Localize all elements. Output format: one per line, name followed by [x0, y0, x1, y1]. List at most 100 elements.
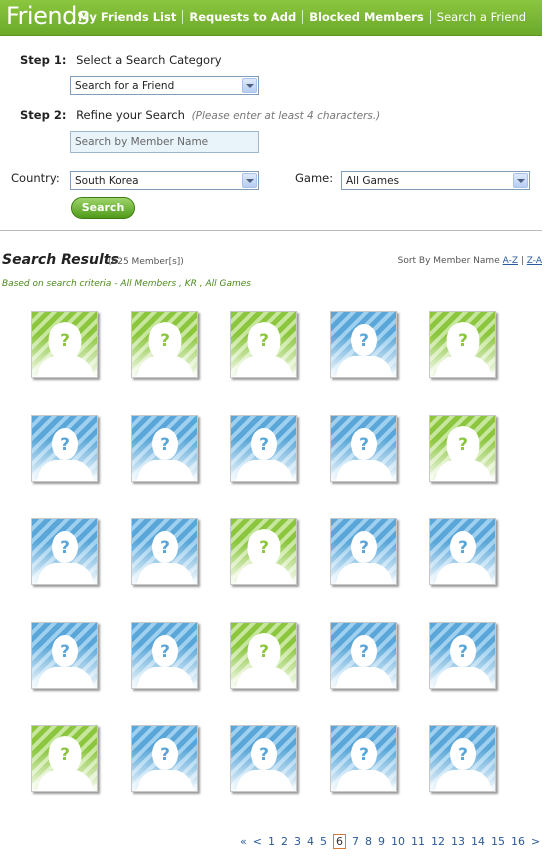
unknown-user-icon: ?: [236, 633, 293, 688]
member-avatar[interactable]: ?: [429, 725, 496, 792]
member-avatar[interactable]: ?: [330, 622, 397, 689]
svg-text:?: ?: [259, 642, 269, 662]
results-title: Search Results: [2, 252, 119, 268]
step1-text: Select a Search Category: [76, 53, 222, 67]
page-link-5[interactable]: 5: [320, 835, 327, 848]
page-link-4[interactable]: 4: [307, 835, 314, 848]
next-page-link[interactable]: >: [531, 835, 540, 848]
header-bar: Friends My Friends List Requests to Add …: [0, 0, 542, 36]
unknown-user-icon: ?: [336, 428, 393, 481]
nav-my-friends-list[interactable]: My Friends List: [72, 10, 182, 24]
category-select[interactable]: Search for a Friend: [70, 76, 259, 95]
member-avatar[interactable]: ?: [31, 311, 98, 378]
chevron-down-icon[interactable]: [242, 173, 257, 188]
svg-text:?: ?: [458, 642, 468, 662]
member-avatar[interactable]: ?: [230, 311, 297, 378]
member-avatar[interactable]: ?: [330, 725, 397, 792]
unknown-user-icon: ?: [37, 428, 94, 481]
member-name-placeholder: Search by Member Name: [75, 136, 209, 148]
page-link-13[interactable]: 13: [451, 835, 465, 848]
page-link-16[interactable]: 16: [511, 835, 525, 848]
page-link-9[interactable]: 9: [378, 835, 385, 848]
svg-text:?: ?: [458, 538, 468, 558]
unknown-user-icon: ?: [435, 738, 492, 791]
chevron-down-icon[interactable]: [513, 173, 528, 188]
member-avatar[interactable]: ?: [131, 725, 198, 792]
page-link-2[interactable]: 2: [281, 835, 288, 848]
svg-text:?: ?: [359, 745, 369, 765]
member-avatar[interactable]: ?: [31, 518, 98, 585]
unknown-user-icon: ?: [435, 426, 492, 481]
member-avatar[interactable]: ?: [330, 311, 397, 378]
member-avatar[interactable]: ?: [429, 622, 496, 689]
svg-text:?: ?: [458, 745, 468, 765]
member-avatar[interactable]: ?: [230, 518, 297, 585]
member-avatar[interactable]: ?: [131, 311, 198, 378]
member-avatar[interactable]: ?: [230, 622, 297, 689]
unknown-user-icon: ?: [37, 322, 94, 377]
unknown-user-icon: ?: [336, 324, 393, 377]
first-page-link[interactable]: «: [240, 835, 247, 848]
page-link-7[interactable]: 7: [352, 835, 359, 848]
page-link-10[interactable]: 10: [391, 835, 405, 848]
member-avatar[interactable]: ?: [429, 415, 496, 482]
svg-text:?: ?: [359, 538, 369, 558]
page-link-11[interactable]: 11: [411, 835, 425, 848]
nav-blocked-members[interactable]: Blocked Members: [303, 10, 430, 24]
member-avatar[interactable]: ?: [31, 415, 98, 482]
member-avatar[interactable]: ?: [31, 725, 98, 792]
page-link-12[interactable]: 12: [431, 835, 445, 848]
svg-text:?: ?: [160, 745, 170, 765]
sort-a-z-link[interactable]: A-Z: [503, 256, 518, 266]
page-link-6[interactable]: 6: [332, 834, 346, 849]
page-link-15[interactable]: 15: [491, 835, 505, 848]
sort-separator: |: [520, 256, 524, 266]
svg-text:?: ?: [60, 642, 70, 662]
member-avatar[interactable]: ?: [131, 415, 198, 482]
member-avatar[interactable]: ?: [429, 311, 496, 378]
country-select[interactable]: South Korea: [70, 171, 259, 190]
member-avatar[interactable]: ?: [230, 415, 297, 482]
step1-label: Step 1:: [20, 53, 67, 67]
member-name-input[interactable]: Search by Member Name: [70, 131, 259, 153]
svg-text:?: ?: [60, 435, 70, 455]
unknown-user-icon: ?: [137, 428, 194, 481]
game-select[interactable]: All Games: [341, 171, 530, 190]
country-select-value: South Korea: [75, 175, 139, 187]
step2-hint: (Please enter at least 4 characters.): [191, 110, 381, 122]
sort-label: Sort By Member Name: [397, 256, 500, 266]
divider: [0, 230, 542, 231]
svg-text:?: ?: [60, 331, 70, 351]
member-avatar[interactable]: ?: [330, 415, 397, 482]
unknown-user-icon: ?: [336, 738, 393, 791]
unknown-user-icon: ?: [236, 428, 293, 481]
chevron-down-icon[interactable]: [242, 78, 257, 93]
prev-page-link[interactable]: <: [253, 835, 262, 848]
page-link-8[interactable]: 8: [365, 835, 372, 848]
member-avatar[interactable]: ?: [131, 518, 198, 585]
page-link-1[interactable]: 1: [268, 835, 275, 848]
page-link-14[interactable]: 14: [471, 835, 485, 848]
nav-search-a-friend[interactable]: Search a Friend: [431, 10, 532, 24]
unknown-user-icon: ?: [137, 738, 194, 791]
step2-text: Refine your Search: [76, 108, 185, 122]
step2-label: Step 2:: [20, 108, 67, 122]
member-avatar[interactable]: ?: [230, 725, 297, 792]
member-avatar[interactable]: ?: [31, 622, 98, 689]
member-avatar[interactable]: ?: [131, 622, 198, 689]
unknown-user-icon: ?: [37, 531, 94, 584]
svg-text:?: ?: [259, 331, 269, 351]
pagination: «<12345678910111213141516>»: [237, 834, 546, 849]
svg-text:?: ?: [60, 745, 70, 765]
search-criteria: Based on search criteria - All Members ,…: [2, 279, 251, 289]
nav-requests-to-add[interactable]: Requests to Add: [183, 10, 302, 24]
member-avatar[interactable]: ?: [330, 518, 397, 585]
member-avatar[interactable]: ?: [429, 518, 496, 585]
page-link-3[interactable]: 3: [294, 835, 301, 848]
country-label: Country:: [11, 171, 60, 185]
step1-row: Step 1: Select a Search Category: [20, 53, 222, 67]
unknown-user-icon: ?: [37, 635, 94, 688]
sort-z-a-link[interactable]: Z-A: [527, 256, 542, 266]
search-button[interactable]: Search: [71, 197, 135, 219]
svg-text:?: ?: [160, 642, 170, 662]
